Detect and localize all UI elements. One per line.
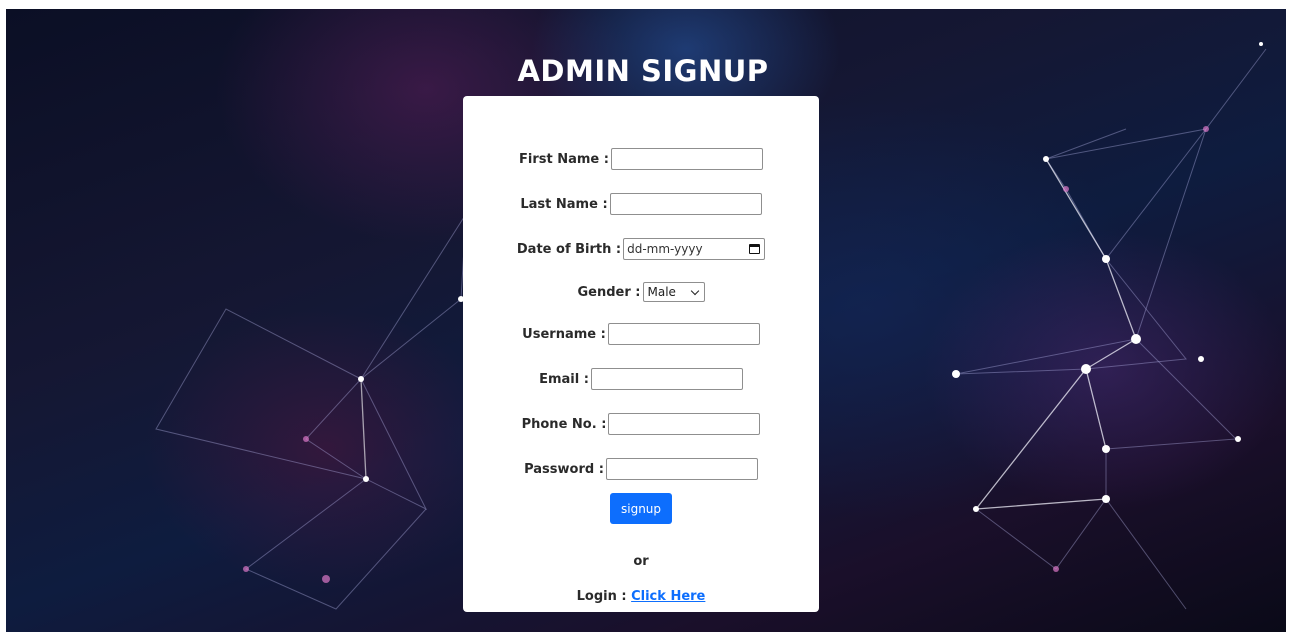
password-input[interactable] — [605, 458, 758, 480]
signup-card: First Name : Last Name : Date of Birth :… — [463, 96, 819, 612]
username-row: Username : — [463, 321, 819, 347]
login-link[interactable]: Click Here — [631, 589, 705, 604]
username-label: Username : — [522, 326, 606, 342]
gender-selected-value: Male — [647, 285, 676, 299]
first-name-row: First Name : — [463, 146, 819, 172]
dob-row: Date of Birth : dd-mm-yyyy — [463, 236, 819, 262]
email-label: Email : — [539, 371, 589, 387]
last-name-label: Last Name : — [520, 196, 608, 212]
phone-row: Phone No. : — [463, 411, 819, 437]
first-name-label: First Name : — [519, 151, 609, 167]
password-label: Password : — [524, 461, 604, 477]
password-row: Password : — [463, 456, 819, 482]
login-prefix: Login — [576, 589, 617, 604]
calendar-icon[interactable] — [749, 244, 761, 254]
dob-label: Date of Birth : — [516, 241, 622, 257]
chevron-down-icon — [690, 286, 699, 295]
dob-input[interactable]: dd-mm-yyyy — [623, 238, 766, 260]
phone-label: Phone No. : — [521, 416, 607, 432]
username-input[interactable] — [607, 323, 760, 345]
last-name-input[interactable] — [609, 193, 762, 215]
gender-label: Gender : — [577, 284, 641, 300]
signup-button[interactable]: signup — [610, 493, 672, 524]
first-name-input[interactable] — [610, 148, 763, 170]
email-row: Email : — [463, 366, 819, 392]
last-name-row: Last Name : — [463, 191, 819, 217]
or-divider-text: or — [633, 554, 649, 569]
gender-row: Gender : Male — [463, 279, 819, 305]
page-title: ADMIN SIGNUP — [517, 54, 769, 88]
email-input[interactable] — [590, 368, 743, 390]
dob-placeholder: dd-mm-yyyy — [627, 242, 703, 256]
phone-input[interactable] — [608, 413, 761, 435]
gender-select[interactable]: Male — [642, 282, 705, 302]
login-row: Login : Click Here — [576, 589, 706, 604]
